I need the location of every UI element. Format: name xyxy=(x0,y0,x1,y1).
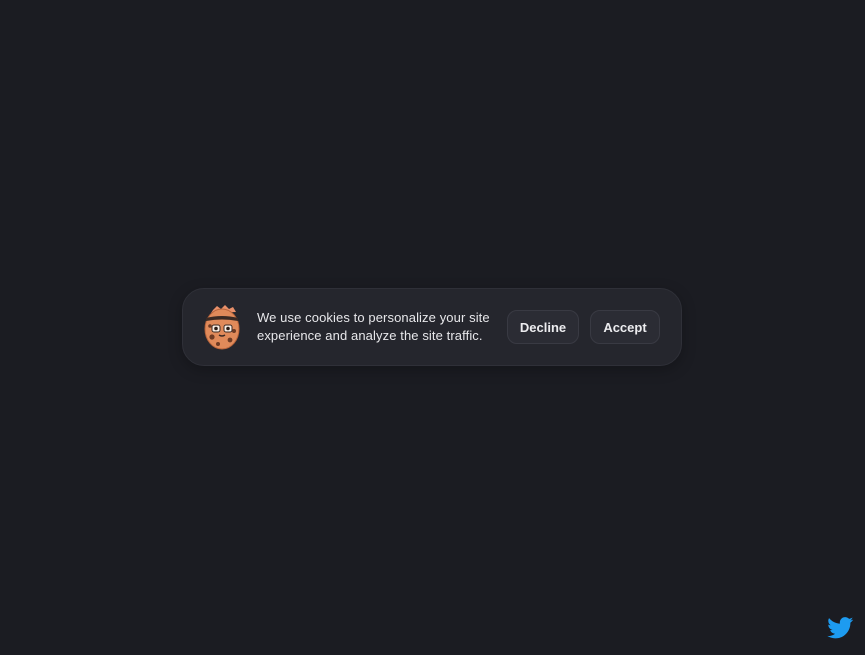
twitter-icon[interactable] xyxy=(827,617,854,639)
cookie-consent-message: We use cookies to personalize your site … xyxy=(257,310,490,343)
cookie-actions: Decline Accept xyxy=(507,310,660,344)
decline-button[interactable]: Decline xyxy=(507,310,579,344)
cookie-mascot-icon xyxy=(203,304,241,350)
cookie-banner: We use cookies to personalize your site … xyxy=(182,288,682,366)
accept-button[interactable]: Accept xyxy=(590,310,660,344)
page: We use cookies to personalize your site … xyxy=(0,0,865,655)
